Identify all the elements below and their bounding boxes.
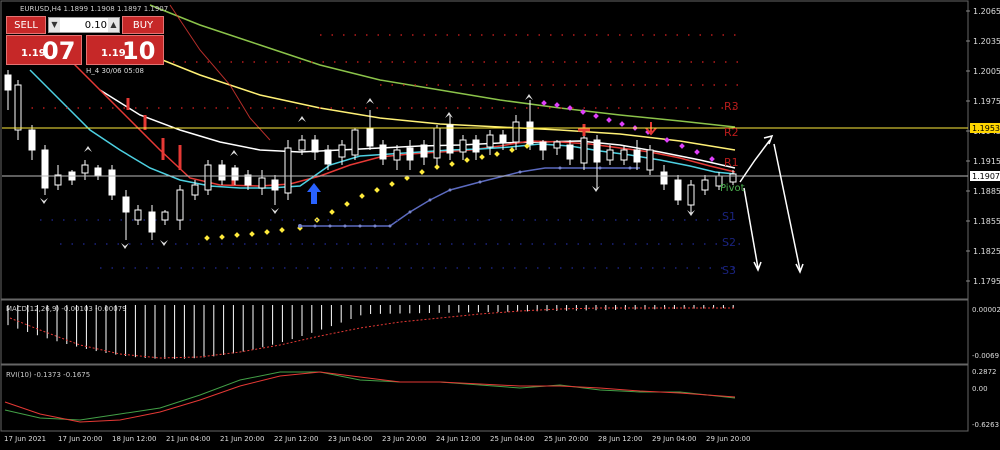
time-tick-label: 21 Jun 20:00 bbox=[220, 435, 264, 443]
panel-timestamp: H_4 30/06 05:08 bbox=[86, 67, 145, 75]
time-tick-label: 18 Jun 12:00 bbox=[112, 435, 156, 443]
time-tick-label: 24 Jun 12:00 bbox=[436, 435, 480, 443]
macd-label: MACD(12,26,9) -0.00103 -0.00079 bbox=[6, 305, 127, 313]
pivot-label: Pivot bbox=[720, 183, 745, 194]
macd-signal-line bbox=[9, 307, 735, 359]
lot-size-input[interactable] bbox=[61, 18, 107, 32]
one-click-trading-panel: SELL ▼ ▲ BUY 1.19 07 1.19 10 H_4 30/06 0… bbox=[6, 16, 164, 75]
buy-price-button[interactable]: 1.19 10 bbox=[86, 35, 164, 65]
sell-price-button[interactable]: 1.19 07 bbox=[6, 35, 82, 65]
pivot-s3-label: S3 bbox=[722, 264, 736, 277]
lot-increase-icon[interactable]: ▲ bbox=[108, 18, 119, 32]
ma-red bbox=[69, 59, 736, 187]
price-axis: 1.20651.20351.20051.19751.19451.19151.18… bbox=[966, 7, 1000, 286]
pivot-r1-label: R1 bbox=[724, 156, 739, 169]
ma-cyan bbox=[29, 69, 736, 189]
price-tick-label: 1.2035 bbox=[973, 37, 1000, 46]
macd-tick-top: 0.00002 bbox=[972, 306, 1000, 314]
pivot-r3-label: R3 bbox=[724, 100, 739, 113]
rvi-pane-border bbox=[0, 364, 969, 432]
price-tick-label: 1.2005 bbox=[973, 67, 1000, 76]
time-tick-label: 17 Jun 20:00 bbox=[58, 435, 102, 443]
current-price-text: 1.1907 bbox=[972, 172, 1000, 181]
lot-decrease-icon[interactable]: ▼ bbox=[49, 18, 60, 32]
sell-price-pips: 07 bbox=[42, 37, 76, 65]
price-tick-label: 1.1885 bbox=[973, 187, 1000, 196]
chart-canvas[interactable]: R3 R2 R1 Pivot S1 S2 S3 1.2065 1.2035 1.20… bbox=[0, 0, 1000, 450]
time-tick-label: 23 Jun 04:00 bbox=[328, 435, 372, 443]
red-signal-bars bbox=[126, 98, 265, 186]
time-tick-label: 29 Jun 20:00 bbox=[706, 435, 750, 443]
ma-yellow bbox=[149, 54, 736, 151]
buy-price-pips: 10 bbox=[122, 37, 156, 65]
buy-button[interactable]: BUY bbox=[122, 16, 164, 34]
rvi-tick-bottom: -0.6263 bbox=[972, 421, 999, 429]
time-tick-label: 22 Jun 12:00 bbox=[274, 435, 318, 443]
price-tick-label: 1.1915 bbox=[973, 157, 1000, 166]
macd-pane-border bbox=[0, 299, 969, 365]
time-tick-label: 29 Jun 04:00 bbox=[652, 435, 696, 443]
rvi-tick-top: 0.2872 bbox=[972, 368, 997, 376]
buy-signal-arrow-icon bbox=[307, 183, 321, 204]
marked-level-text: 1.1953 bbox=[972, 124, 1000, 133]
pivot-s1-label: S1 bbox=[722, 210, 736, 223]
ma-lower-red bbox=[169, 4, 271, 141]
sell-button[interactable]: SELL bbox=[6, 16, 46, 34]
rvi-tick-mid: 0.00 bbox=[972, 385, 988, 393]
time-tick-label: 25 Jun 20:00 bbox=[544, 435, 588, 443]
sell-signal-cross-icon bbox=[578, 124, 590, 136]
ma-green bbox=[149, 4, 736, 128]
price-tick-label: 1.1975 bbox=[973, 97, 1000, 106]
time-tick-label: 17 Jun 2021 bbox=[4, 435, 46, 443]
macd-histogram bbox=[7, 305, 734, 359]
forecast-arrows bbox=[739, 134, 804, 274]
rvi-line-green bbox=[4, 371, 736, 421]
macd-tick-bottom: -0.0069 bbox=[972, 352, 999, 360]
pivot-r2-label: R2 bbox=[724, 126, 739, 139]
lot-size-control: ▼ ▲ bbox=[48, 17, 120, 33]
support-line-blue bbox=[300, 167, 640, 227]
symbol-info: EURUSD,H4 1.1899 1.1908 1.1897 1.1907 bbox=[20, 5, 168, 13]
time-axis: 17 Jun 2021 17 Jun 20:00 18 Jun 12:00 21 Ju… bbox=[4, 435, 750, 443]
pivot-s2-label: S2 bbox=[722, 236, 736, 249]
rvi-label: RVI(10) -0.1373 -0.1675 bbox=[6, 371, 90, 379]
time-tick-label: 21 Jun 04:00 bbox=[166, 435, 210, 443]
time-tick-label: 28 Jun 12:00 bbox=[598, 435, 642, 443]
price-tick-label: 1.2065 bbox=[973, 7, 1000, 16]
price-tick-label: 1.1795 bbox=[973, 277, 1000, 286]
price-tick-label: 1.1825 bbox=[973, 247, 1000, 256]
time-tick-label: 25 Jun 04:00 bbox=[490, 435, 534, 443]
price-tick-label: 1.1855 bbox=[973, 217, 1000, 226]
time-tick-label: 23 Jun 20:00 bbox=[382, 435, 426, 443]
